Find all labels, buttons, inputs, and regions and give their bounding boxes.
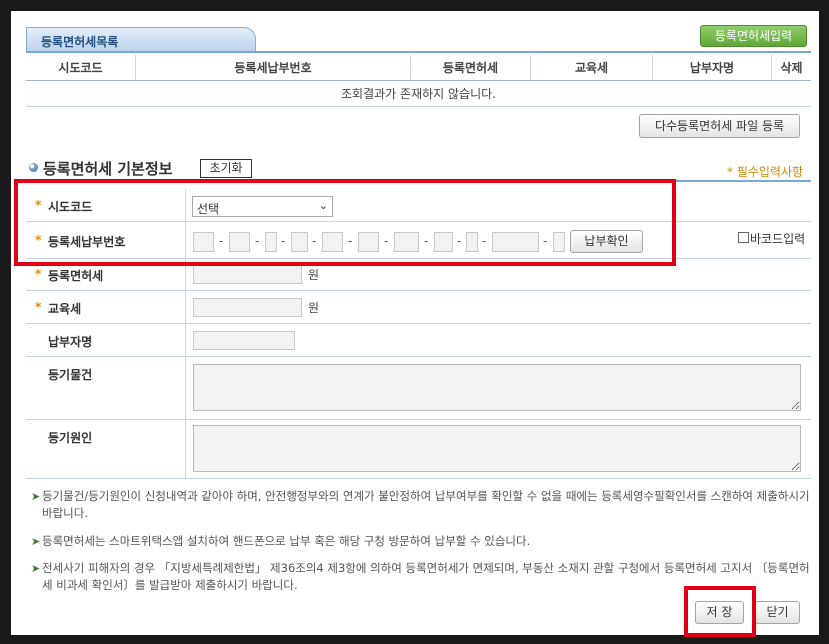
registration-tax-unit: 원 xyxy=(308,268,320,282)
field-label-cell: * 교육세 xyxy=(26,291,186,323)
note-text: 등록면허세는 스마트위택스앱 설치하여 핸드폰으로 납부 혹은 해당 구청 방문… xyxy=(42,534,531,548)
column-header: 등록면허세 xyxy=(410,55,531,81)
note-text: 등기물건/등기원인이 신청내역과 같아야 하며, 안전행정부와의 연계가 불안정… xyxy=(42,489,810,520)
column-header: 납부자명 xyxy=(652,55,772,81)
highlight-box-save xyxy=(684,586,756,637)
section-bullet-icon xyxy=(29,163,38,172)
list-title: 등록면허세목록 xyxy=(41,35,119,49)
chevron-right-icon: ➤ xyxy=(31,490,41,503)
barcode-label: 바코드입력 xyxy=(750,232,806,246)
registry-cause-label: 등기원인 xyxy=(48,431,93,445)
form-row-education-tax: * 교육세 xyxy=(26,291,811,324)
tax-list-table: 시도코드 등록세납부번호 등록면허세 교육세 납부자명 삭제 조회결과가 존재하… xyxy=(26,55,811,107)
reset-button[interactable]: 초기화 xyxy=(200,159,252,178)
barcode-checkbox[interactable] xyxy=(738,232,749,243)
list-tab: 등록면허세목록 xyxy=(26,27,256,51)
bulk-register-button[interactable]: 다수등록면허세 파일 등록 xyxy=(639,114,800,138)
chevron-right-icon: ➤ xyxy=(31,535,41,548)
column-header: 등록세납부번호 xyxy=(135,55,411,81)
field-label-cell: 납부자명 xyxy=(26,324,186,356)
registry-item-textarea[interactable] xyxy=(193,364,801,411)
register-tax-button[interactable]: 등록면허세입력 xyxy=(700,25,807,47)
form-row-payer-name: 납부자명 xyxy=(26,324,811,357)
required-note: * 필수입력사항 xyxy=(727,165,804,179)
list-tab-bar: 등록면허세목록 xyxy=(26,27,811,53)
required-star-icon: * xyxy=(35,300,42,314)
close-button[interactable]: 닫기 xyxy=(755,601,800,624)
registration-tax-input[interactable] xyxy=(193,265,302,284)
field-label-cell: 등기원인 xyxy=(26,420,186,478)
required-star-icon: * xyxy=(35,267,42,281)
registration-tax-label: 등록면허세 xyxy=(48,269,104,283)
column-header: 교육세 xyxy=(530,55,653,81)
registry-item-label: 등기물건 xyxy=(48,368,93,382)
payer-name-label: 납부자명 xyxy=(48,335,93,349)
page-frame: 등록면허세목록 등록면허세입력 시도코드 등록세납부번호 등록면허세 교육세 납… xyxy=(11,11,819,635)
registry-cause-textarea[interactable] xyxy=(193,425,801,472)
column-header: 삭제 xyxy=(771,55,811,81)
column-header: 시도코드 xyxy=(26,55,136,81)
note-item: ➤ 등록면허세는 스마트위택스앱 설치하여 핸드폰으로 납부 혹은 해당 구청 … xyxy=(31,533,812,550)
field-label-cell: 등기물건 xyxy=(26,357,186,419)
highlight-box-required-fields xyxy=(14,179,676,266)
education-tax-input[interactable] xyxy=(193,298,302,317)
form-section-title: 등록면허세 기본정보 xyxy=(43,160,173,178)
note-item: ➤ 등기물건/등기원인이 신청내역과 같아야 하며, 안전행정부와의 연계가 불… xyxy=(31,488,812,522)
payer-name-input[interactable] xyxy=(193,331,295,350)
empty-message: 조회결과가 존재하지 않습니다. xyxy=(26,80,811,107)
table-header-row: 시도코드 등록세납부번호 등록면허세 교육세 납부자명 삭제 xyxy=(26,55,811,81)
education-tax-unit: 원 xyxy=(308,301,320,315)
education-tax-label: 교육세 xyxy=(48,302,82,316)
table-row: 조회결과가 존재하지 않습니다. xyxy=(26,80,811,107)
chevron-right-icon: ➤ xyxy=(31,562,41,575)
